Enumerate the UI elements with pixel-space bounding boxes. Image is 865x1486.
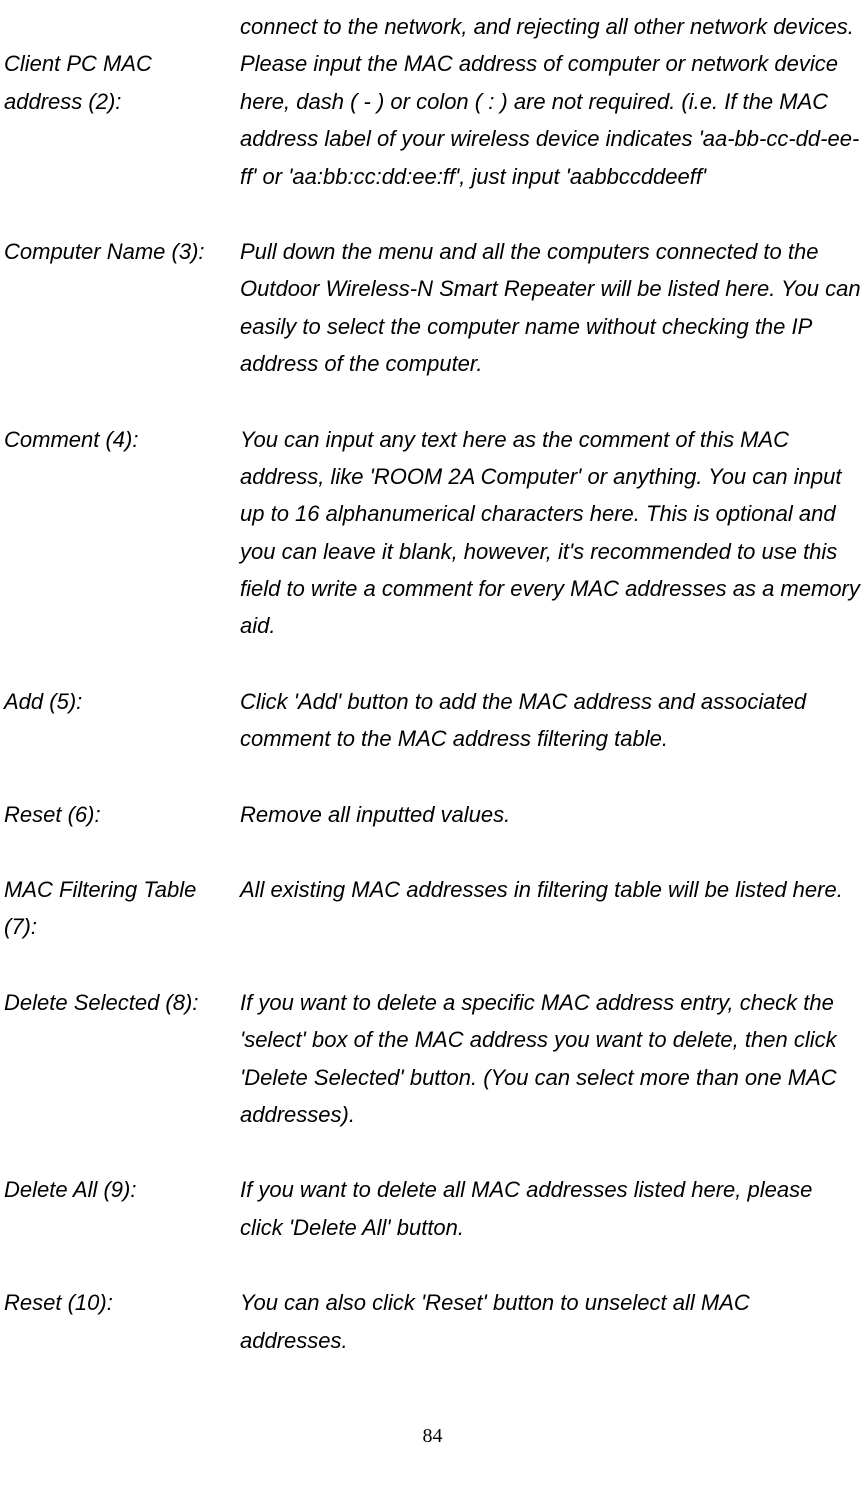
definition-label: Delete All (9): <box>4 1171 240 1246</box>
definition-description: Pull down the menu and all the computers… <box>240 233 861 383</box>
definition-label: Comment (4): <box>4 421 240 645</box>
definition-entry: Client PC MAC address (2): Please input … <box>4 45 861 195</box>
definition-entry: Reset (6): Remove all inputted values. <box>4 796 861 833</box>
definition-description: Please input the MAC address of computer… <box>240 45 861 195</box>
page-number: 84 <box>4 1419 861 1453</box>
definition-label: Client PC MAC address (2): <box>4 45 240 195</box>
continuation-text: connect to the network, and rejecting al… <box>240 8 861 45</box>
definition-entry: Comment (4): You can input any text here… <box>4 421 861 645</box>
definition-description: You can also click 'Reset' button to uns… <box>240 1284 861 1359</box>
definition-description: Click 'Add' button to add the MAC addres… <box>240 683 861 758</box>
definition-entry: Reset (10): You can also click 'Reset' b… <box>4 1284 861 1359</box>
definition-label: Reset (6): <box>4 796 240 833</box>
definition-label: MAC Filtering Table (7): <box>4 871 240 946</box>
definition-entry: Delete Selected (8): If you want to dele… <box>4 984 861 1134</box>
definition-label: Reset (10): <box>4 1284 240 1359</box>
definition-description: All existing MAC addresses in filtering … <box>240 871 861 946</box>
definition-label: Delete Selected (8): <box>4 984 240 1134</box>
definition-entry: Computer Name (3): Pull down the menu an… <box>4 233 861 383</box>
definition-label: Computer Name (3): <box>4 233 240 383</box>
definition-entry: Add (5): Click 'Add' button to add the M… <box>4 683 861 758</box>
definition-description: If you want to delete a specific MAC add… <box>240 984 861 1134</box>
definition-entry: MAC Filtering Table (7): All existing MA… <box>4 871 861 946</box>
definition-label: Add (5): <box>4 683 240 758</box>
definition-entry: Delete All (9): If you want to delete al… <box>4 1171 861 1246</box>
definition-description: If you want to delete all MAC addresses … <box>240 1171 861 1246</box>
definition-description: You can input any text here as the comme… <box>240 421 861 645</box>
definition-description: Remove all inputted values. <box>240 796 861 833</box>
